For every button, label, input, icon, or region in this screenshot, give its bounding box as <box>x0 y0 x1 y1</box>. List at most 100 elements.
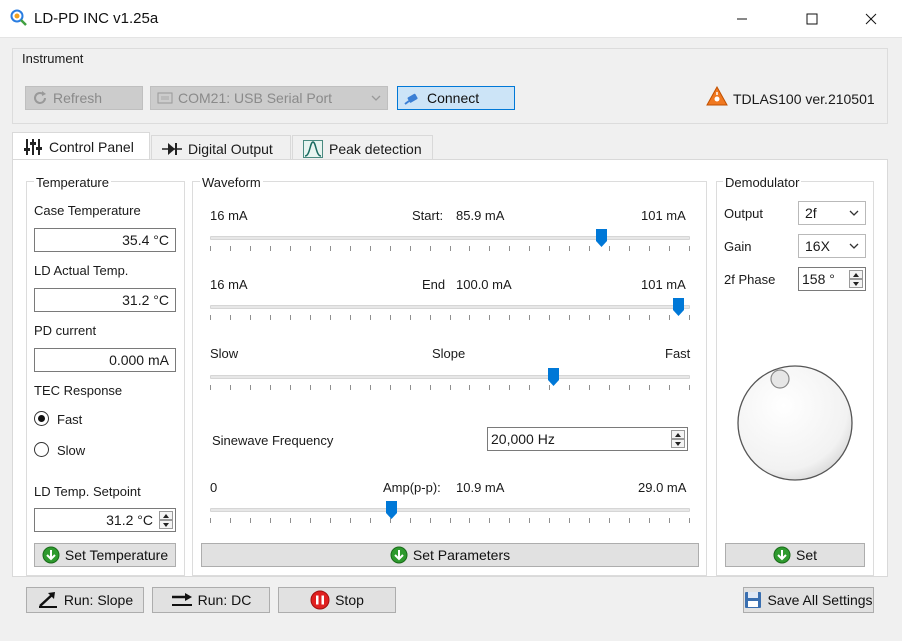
save-all-settings-label: Save All Settings <box>767 592 873 608</box>
phase-input[interactable]: 158 ° <box>798 267 866 291</box>
phase-value: 158 ° <box>802 271 835 287</box>
peak-icon <box>303 139 323 158</box>
slider-tick <box>629 246 630 251</box>
connect-button[interactable]: Connect <box>397 86 515 110</box>
slider-tick <box>310 385 311 390</box>
slope-max-label: Fast <box>665 346 691 361</box>
setpoint-spinner[interactable] <box>159 511 173 529</box>
chevron-down-icon <box>849 210 859 216</box>
end-slider[interactable] <box>210 297 690 325</box>
slider-thumb[interactable] <box>548 368 559 386</box>
slider-thumb[interactable] <box>386 501 397 519</box>
slider-tick <box>689 518 690 523</box>
slider-tick <box>410 315 411 320</box>
phase-spinner[interactable] <box>849 270 863 288</box>
amp-max-label: 29.0 mA <box>638 480 687 495</box>
maximize-button[interactable] <box>789 0 835 38</box>
amp-min-label: 0 <box>210 480 218 495</box>
phase-label: 2f Phase <box>724 272 776 287</box>
slider-tick <box>469 385 470 390</box>
demodulator-group-label: Demodulator <box>723 175 802 190</box>
spin-up-button[interactable] <box>849 270 863 279</box>
ld-temp-setpoint-input[interactable]: 31.2 °C <box>34 508 176 532</box>
port-select[interactable]: COM21: USB Serial Port <box>150 86 388 110</box>
slider-tick <box>609 315 610 320</box>
tec-fast-radio[interactable] <box>34 411 49 426</box>
arrow-down-icon <box>853 281 859 286</box>
gain-value: 16X <box>805 238 830 254</box>
refresh-button[interactable]: Refresh <box>25 86 143 110</box>
slider-tick <box>350 315 351 320</box>
slider-tick <box>509 315 510 320</box>
close-button[interactable] <box>848 0 894 38</box>
gain-select[interactable]: 16X <box>798 234 866 258</box>
slider-tick <box>450 315 451 320</box>
save-all-settings-button[interactable]: Save All Settings <box>743 587 874 613</box>
slider-tick <box>469 315 470 320</box>
slider-tick <box>390 315 391 320</box>
sinewave-frequency-input[interactable]: 20,000 Hz <box>487 427 688 451</box>
start-slider[interactable] <box>210 228 690 256</box>
arrow-down-icon <box>675 441 681 446</box>
slider-tick <box>609 385 610 390</box>
spin-down-button[interactable] <box>159 520 173 529</box>
spin-down-button[interactable] <box>849 279 863 288</box>
diode-icon <box>162 142 182 155</box>
set-parameters-button[interactable]: Set Parameters <box>201 543 699 567</box>
slider-tick <box>649 315 650 320</box>
slider-thumb[interactable] <box>596 229 607 247</box>
run-dc-button[interactable]: Run: DC <box>152 587 270 613</box>
slope-slider[interactable] <box>210 367 690 395</box>
slider-tick <box>270 518 271 523</box>
phase-knob[interactable] <box>734 362 856 484</box>
close-icon <box>865 13 877 25</box>
port-value: COM21: USB Serial Port <box>178 90 333 106</box>
amp-slider[interactable] <box>210 500 690 528</box>
tab-digital-output[interactable]: Digital Output <box>151 135 291 161</box>
set-temperature-button[interactable]: Set Temperature <box>34 543 176 567</box>
set-demodulator-label: Set <box>795 547 817 563</box>
sliders-icon <box>24 138 42 155</box>
ld-actual-temp-label: LD Actual Temp. <box>34 263 129 278</box>
output-value: 2f <box>805 205 817 221</box>
pd-current-field: 0.000 mA <box>34 348 176 372</box>
tab-control-panel[interactable]: Control Panel <box>12 132 150 160</box>
run-dc-label: Run: DC <box>197 592 252 608</box>
sinewave-frequency-label: Sinewave Frequency <box>212 433 334 448</box>
output-select[interactable]: 2f <box>798 201 866 225</box>
slider-tick <box>310 246 311 251</box>
slider-tick <box>689 246 690 251</box>
slider-tick <box>509 385 510 390</box>
amp-label: Amp(p-p): <box>383 480 441 495</box>
slider-tick <box>350 518 351 523</box>
case-temperature-label: Case Temperature <box>34 203 141 218</box>
ld-temp-setpoint-value: 31.2 °C <box>106 512 153 528</box>
slider-tick <box>270 246 271 251</box>
slider-tick <box>469 246 470 251</box>
slider-tick <box>210 518 211 523</box>
minimize-button[interactable] <box>719 0 765 38</box>
slider-tick <box>350 385 351 390</box>
arrow-up-icon <box>853 272 859 277</box>
minimize-icon <box>737 18 747 20</box>
laser-warning-icon <box>706 86 728 106</box>
run-slope-button[interactable]: Run: Slope <box>26 587 144 613</box>
port-icon <box>157 92 173 104</box>
spin-up-button[interactable] <box>671 430 685 439</box>
slider-tick <box>230 385 231 390</box>
slider-tick <box>649 518 650 523</box>
stop-button[interactable]: Stop <box>278 587 396 613</box>
frequency-spinner[interactable] <box>671 430 685 448</box>
spin-up-button[interactable] <box>159 511 173 520</box>
slider-tick <box>270 385 271 390</box>
slider-tick <box>250 246 251 251</box>
slider-thumb[interactable] <box>673 298 684 316</box>
slider-tick <box>469 518 470 523</box>
slider-tick <box>509 246 510 251</box>
refresh-icon <box>34 91 46 104</box>
slider-tick <box>370 315 371 320</box>
tec-slow-radio[interactable] <box>34 442 49 457</box>
spin-down-button[interactable] <box>671 439 685 448</box>
tab-peak-detection[interactable]: Peak detection <box>292 135 433 161</box>
set-demodulator-button[interactable]: Set <box>725 543 865 567</box>
